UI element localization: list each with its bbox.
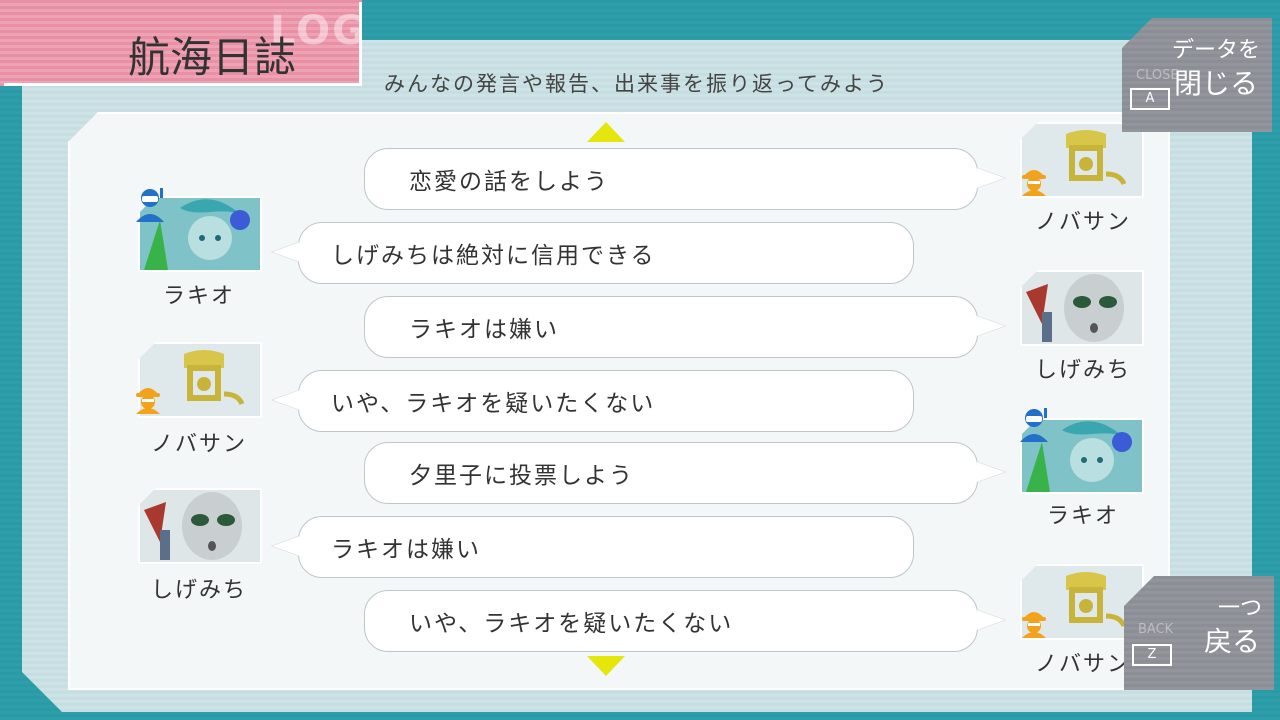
- engineer-icon: [1022, 170, 1046, 196]
- speech-tail: [272, 390, 300, 410]
- page-subtitle: みんなの発言や報告、出来事を振り返ってみよう: [384, 72, 889, 96]
- close-label-line2: 閉じる: [1173, 67, 1258, 100]
- log-entry-6[interactable]: ラキオは嫌い: [298, 516, 914, 578]
- log-text: 恋愛の話をしよう: [409, 169, 609, 195]
- log-entry-7[interactable]: いや、ラキオを疑いたくない: [364, 590, 978, 652]
- close-key-hint: A: [1130, 88, 1170, 110]
- scroll-up-icon[interactable]: [587, 122, 625, 142]
- scroll-down-icon[interactable]: [587, 656, 625, 676]
- crew-icon: [1020, 408, 1048, 442]
- speech-tail: [272, 536, 300, 556]
- speech-tail: [977, 610, 1005, 630]
- speaker-name: しげみち: [150, 578, 247, 603]
- speech-tail: [977, 168, 1005, 188]
- engineer-icon: [1022, 612, 1046, 638]
- speaker-name: しげみち: [1034, 358, 1131, 383]
- log-entry-5[interactable]: 夕里子に投票しよう: [364, 442, 978, 504]
- portrait-shigemichi: [1020, 270, 1144, 346]
- speech-tail: [977, 316, 1005, 336]
- back-label-line1: 一つ: [1217, 596, 1262, 621]
- log-text: ラキオは嫌い: [409, 317, 559, 343]
- close-data-button[interactable]: CLOSE データを 閉じる A: [1122, 18, 1272, 132]
- page-title: 航海日誌: [128, 33, 297, 82]
- back-label-line2: 戻る: [1203, 625, 1260, 658]
- portrait-shigemichi: [138, 488, 262, 564]
- speech-tail: [272, 242, 300, 262]
- speaker-name: ノバサン: [150, 432, 247, 457]
- log-text: しげみちは絶対に信用できる: [331, 243, 656, 269]
- back-key-hint: Z: [1132, 644, 1172, 666]
- log-text: いや、ラキオを疑いたくない: [331, 391, 656, 417]
- log-entry-2[interactable]: しげみちは絶対に信用できる: [298, 222, 914, 284]
- close-label-line1: データを: [1171, 38, 1260, 63]
- close-ghost-label: CLOSE: [1136, 68, 1179, 83]
- engineer-icon: [136, 388, 160, 414]
- log-text: ラキオは嫌い: [331, 537, 481, 563]
- speech-tail: [977, 462, 1005, 482]
- back-ghost-label: BACK: [1138, 622, 1174, 637]
- log-text: 夕里子に投票しよう: [409, 463, 634, 489]
- crew-icon: [136, 188, 164, 222]
- log-entry-3[interactable]: ラキオは嫌い: [364, 296, 978, 358]
- speaker-name: ノバサン: [1034, 210, 1131, 235]
- log-entry-4[interactable]: いや、ラキオを疑いたくない: [298, 370, 914, 432]
- back-button[interactable]: BACK 一つ 戻る Z: [1124, 576, 1274, 690]
- log-text: いや、ラキオを疑いたくない: [409, 611, 734, 637]
- speaker-name: ラキオ: [162, 284, 235, 309]
- log-entry-1[interactable]: 恋愛の話をしよう: [364, 148, 978, 210]
- speaker-name: ラキオ: [1046, 504, 1119, 529]
